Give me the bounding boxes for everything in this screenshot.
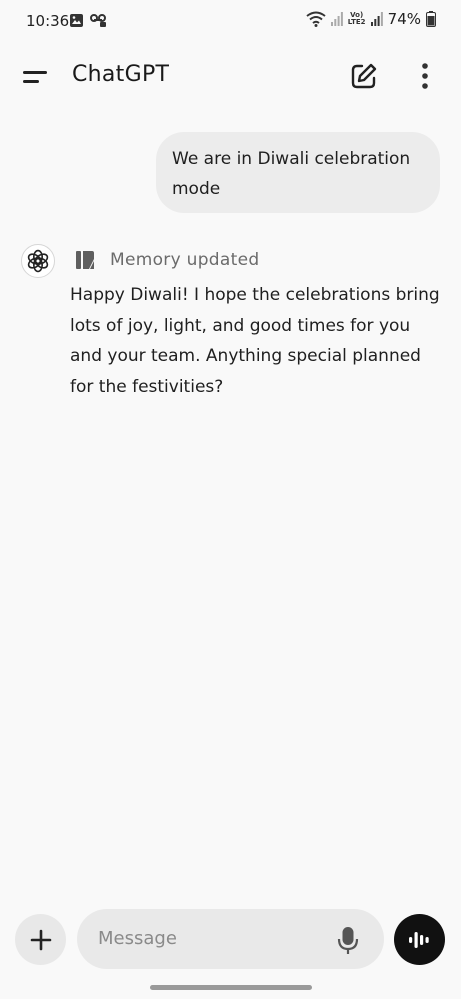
memory-icon [76, 251, 94, 269]
chat-screen: 10:36 Vo) LTE2 74% ChatGPT We are in Diw… [0, 0, 461, 999]
status-right-icons: Vo) LTE2 74% [306, 10, 436, 28]
voice-mode-button[interactable] [394, 914, 445, 965]
signal-icon [330, 12, 343, 26]
home-indicator[interactable] [150, 985, 312, 990]
more-vertical-icon [422, 63, 428, 89]
user-message-bubble: We are in Diwali celebration mode [156, 132, 440, 213]
plus-icon [30, 929, 51, 950]
lte-indicator: Vo) LTE2 [347, 11, 366, 26]
battery-icon [426, 11, 436, 27]
voicemail-icon [90, 14, 106, 27]
more-options-button[interactable] [412, 60, 438, 92]
edit-icon [351, 63, 377, 89]
user-message-text: We are in Diwali celebration mode [172, 149, 411, 199]
app-title: ChatGPT [72, 62, 170, 87]
status-bar: 10:36 Vo) LTE2 74% [0, 0, 461, 44]
voice-mode-icon [408, 931, 429, 948]
menu-button[interactable] [20, 62, 50, 90]
assistant-message-text: Happy Diwali! I hope the celebrations br… [70, 285, 440, 397]
gallery-icon [70, 14, 83, 27]
status-left-icons [69, 13, 108, 28]
assistant-avatar [21, 244, 55, 278]
message-input[interactable]: Message [77, 909, 384, 969]
attach-button[interactable] [15, 914, 66, 965]
memory-updated-label: Memory updated [110, 250, 260, 270]
battery-percent: 74% [387, 10, 421, 28]
signal-icon [370, 12, 383, 26]
mic-button[interactable] [332, 924, 364, 956]
new-chat-button[interactable] [349, 61, 379, 91]
memory-updated-indicator[interactable]: Memory updated [74, 246, 259, 274]
message-placeholder: Message [98, 928, 177, 949]
status-time: 10:36 [26, 12, 70, 30]
app-header: ChatGPT [0, 44, 461, 108]
mic-icon [337, 927, 359, 954]
wifi-icon [306, 11, 326, 27]
openai-logo-icon [27, 249, 49, 273]
